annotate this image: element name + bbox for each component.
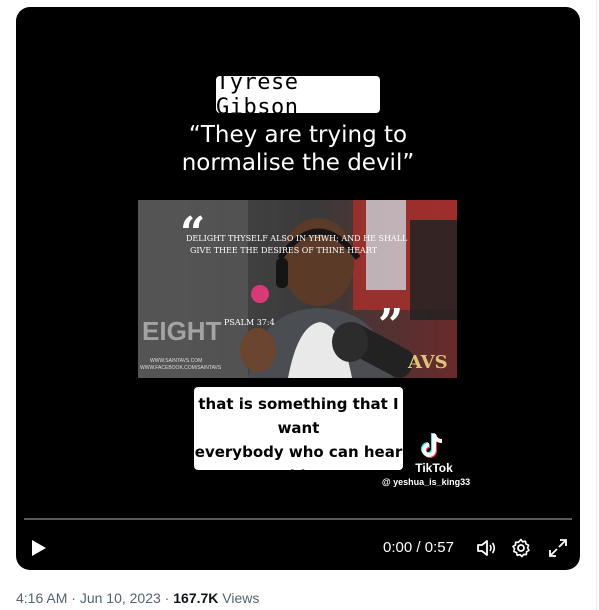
post-time[interactable]: 4:16 AM <box>16 590 67 606</box>
views-label: Views <box>218 590 260 606</box>
post-date[interactable]: Jun 10, 2023 <box>80 590 161 606</box>
site-line-2: WWW.FACEBOOK.COM/SAINTAVS <box>140 365 222 371</box>
fullscreen-expand-icon[interactable] <box>548 538 568 558</box>
current-time: 0:00 <box>383 539 413 556</box>
time-display: 0:00 / 0:57 <box>383 538 454 558</box>
caption: that is something that I want everybody … <box>194 392 403 512</box>
volume-icon[interactable] <box>476 538 496 558</box>
tweet-timestamp: 4:16 AM · Jun 10, 2023 · 167.7K Views <box>16 589 259 607</box>
quote-line-2: normalise the devil” <box>181 150 415 176</box>
tiktok-handle: @ yeshua_is_king33 <box>381 477 471 487</box>
time-separator: / <box>412 539 425 556</box>
svg-text:EIGHT: EIGHT <box>142 316 222 346</box>
duration: 0:57 <box>424 539 454 556</box>
brand-watermark: AVS <box>408 352 448 373</box>
views-count: 167.7K <box>173 590 219 606</box>
tiktok-label: TikTok <box>415 461 453 475</box>
name-tag: Tyrese Gibson <box>216 70 380 120</box>
caption-line-3: interview to know <box>222 491 375 509</box>
verse-line-2: GIVE THEE THE DESIRES OF THINE HEART <box>190 246 378 255</box>
quote-heading: “They are trying to normalise the devil” <box>116 121 480 177</box>
site-line-1: WWW.SAINTAVS.COM <box>150 358 203 364</box>
progress-bar[interactable] <box>24 518 572 520</box>
separator: · <box>160 590 174 606</box>
psalm-reference: PSALM 37:4 <box>224 318 275 327</box>
verse-line-1: DELIGHT THYSELF ALSO IN YHWH; AND HE SHA… <box>186 234 408 243</box>
caption-line-1: that is something that I want <box>198 395 399 437</box>
separator: · <box>67 590 80 606</box>
video-player[interactable]: Tyrese Gibson “They are trying to normal… <box>16 7 580 570</box>
name-tag-text: Tyrese Gibson <box>216 69 299 120</box>
video-frame: EIGHT “ ” DELIGHT THYSELF ALSO IN YHWH; … <box>138 200 457 378</box>
play-icon[interactable] <box>28 538 48 558</box>
svg-text:”: ” <box>378 300 403 351</box>
settings-gear-icon[interactable] <box>511 538 531 558</box>
tiktok-logo-icon <box>421 433 443 458</box>
quote-line-1: “They are trying to <box>188 122 408 148</box>
timeline-divider <box>596 0 597 610</box>
